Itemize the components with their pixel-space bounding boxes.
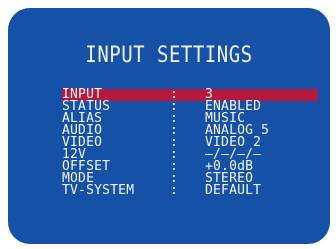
settings-menu: INPUT : 3 STATUS : ENABLED ALIAS : MUSIC…	[62, 88, 318, 198]
menu-row-video[interactable]: VIDEO : VIDEO 2	[62, 136, 318, 149]
menu-row-tv-system[interactable]: TV-SYSTEM : DEFAULT	[62, 183, 318, 198]
page-title: INPUT SETTINGS	[85, 42, 253, 68]
menu-row-offset[interactable]: OFFSET : +0.0dB	[62, 160, 318, 173]
menu-label: TV-SYSTEM	[62, 183, 135, 198]
menu-value: DEFAULT	[205, 183, 262, 198]
menu-separator: :	[170, 183, 179, 198]
osd-screen: INPUT SETTINGS INPUT : 3 STATUS : ENABLE…	[8, 8, 330, 244]
